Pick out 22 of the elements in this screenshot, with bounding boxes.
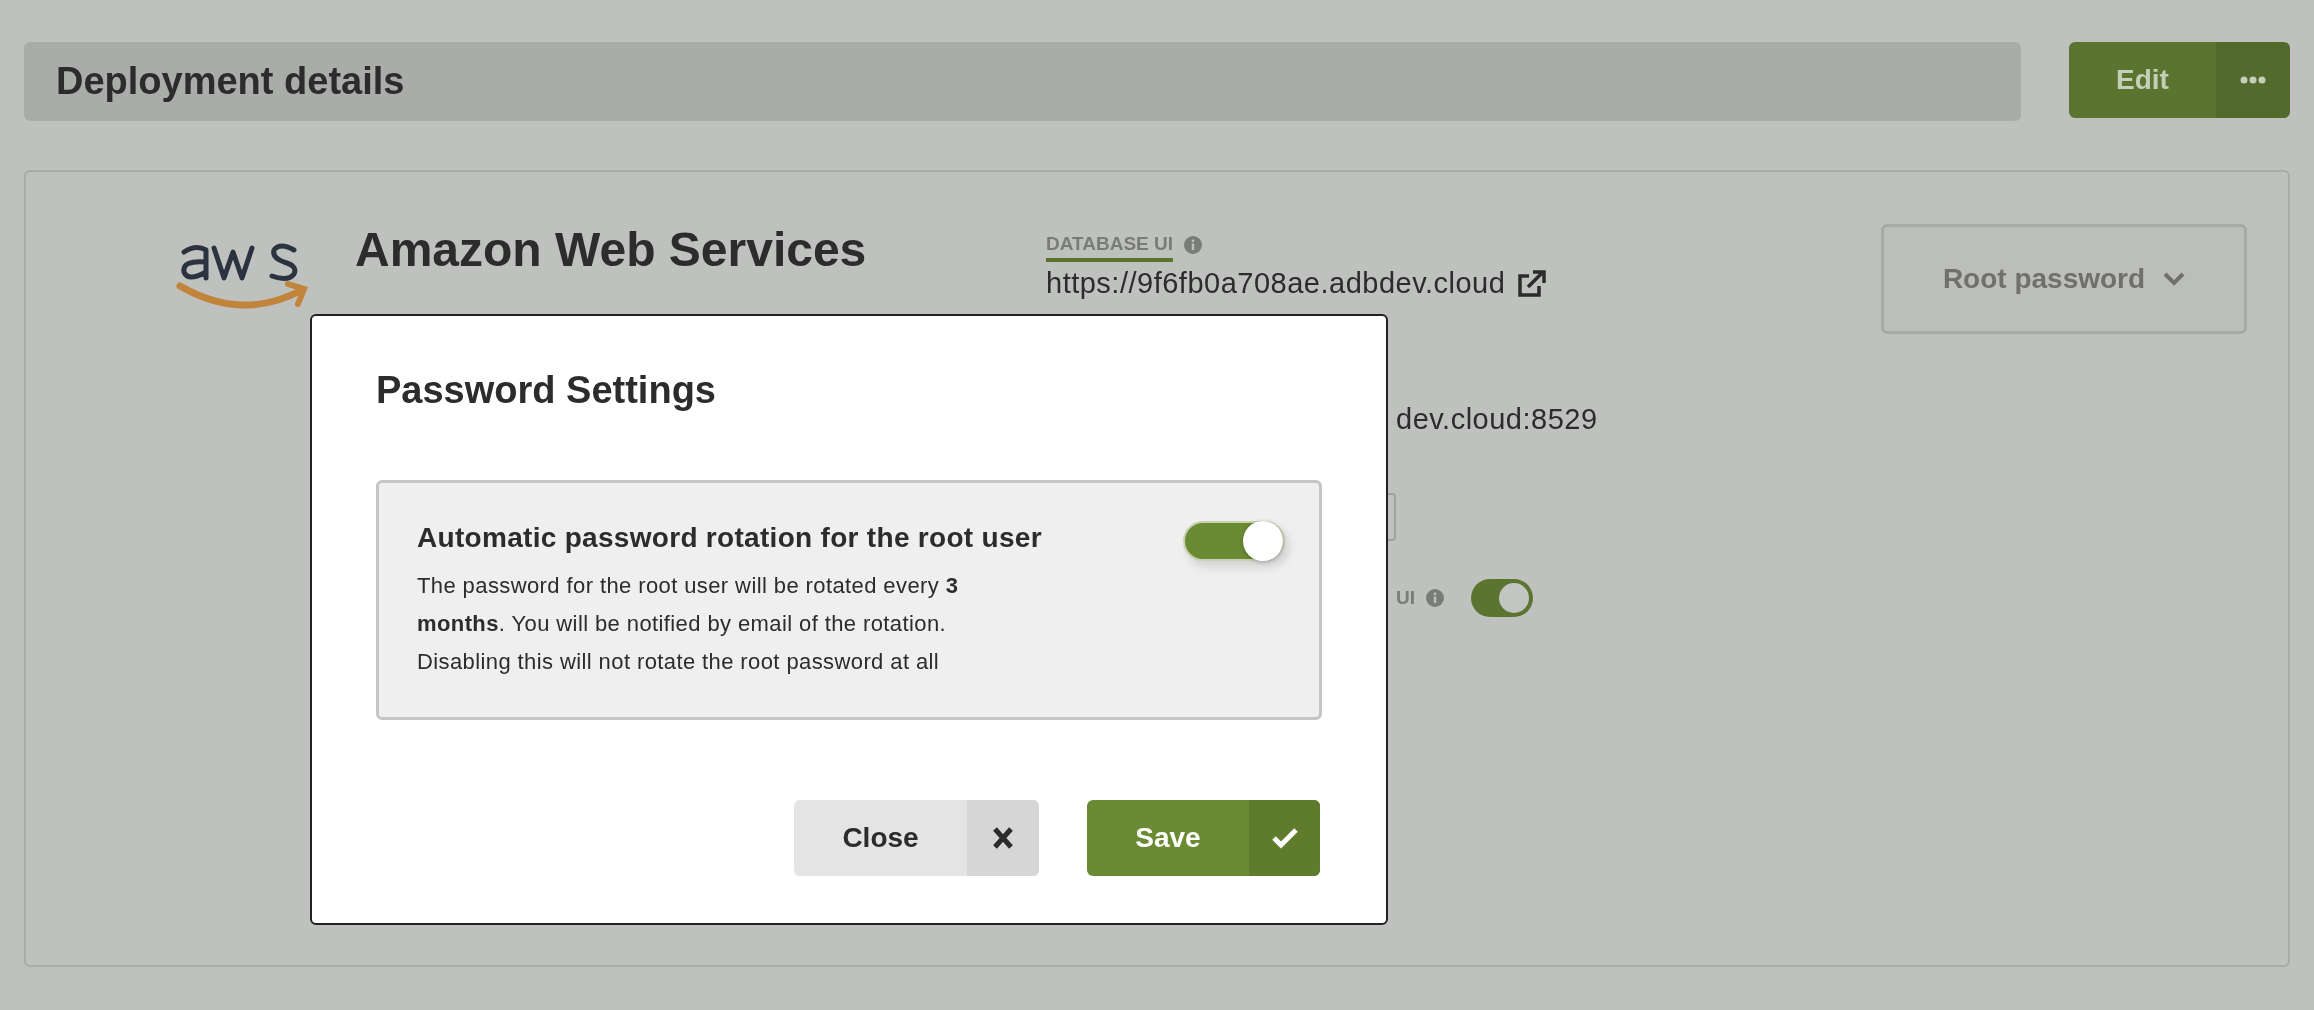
ui-toggle[interactable] bbox=[1471, 579, 1533, 617]
setting-description: The password for the root user will be rotated every 3 months. You will be notified by email of the rotation. Disabling this will not rotate the root password at all bbox=[417, 572, 960, 676]
ui-label: UI bbox=[1396, 585, 1415, 610]
external-link-icon[interactable] bbox=[1515, 268, 1548, 299]
more-button[interactable] bbox=[2216, 42, 2290, 118]
provider-name: Amazon Web Services bbox=[355, 222, 868, 278]
rotation-toggle[interactable] bbox=[1183, 521, 1285, 561]
edit-button[interactable]: Edit bbox=[2069, 42, 2216, 118]
info-icon bbox=[1183, 235, 1204, 255]
modal-title: Password Settings bbox=[376, 368, 717, 413]
close-button[interactable]: Close bbox=[794, 800, 1039, 876]
check-icon bbox=[1270, 826, 1299, 850]
database-ui-label: DATABASE UI bbox=[1046, 232, 1174, 262]
root-password-dropdown[interactable]: Root password bbox=[1881, 224, 2247, 334]
info-icon bbox=[1425, 588, 1445, 608]
save-button[interactable]: Save bbox=[1087, 800, 1320, 876]
page-title: Deployment details bbox=[56, 59, 405, 104]
more-icon bbox=[2240, 76, 2266, 84]
setting-title: Automatic password rotation for the root user bbox=[417, 521, 1043, 555]
chevron-down-icon bbox=[2163, 272, 2186, 286]
database-url-link[interactable]: https://9f6fb0a708ae.adbdev.cloud bbox=[1046, 262, 1506, 306]
endpoint-text: dev.cloud:8529 bbox=[1396, 401, 1599, 437]
